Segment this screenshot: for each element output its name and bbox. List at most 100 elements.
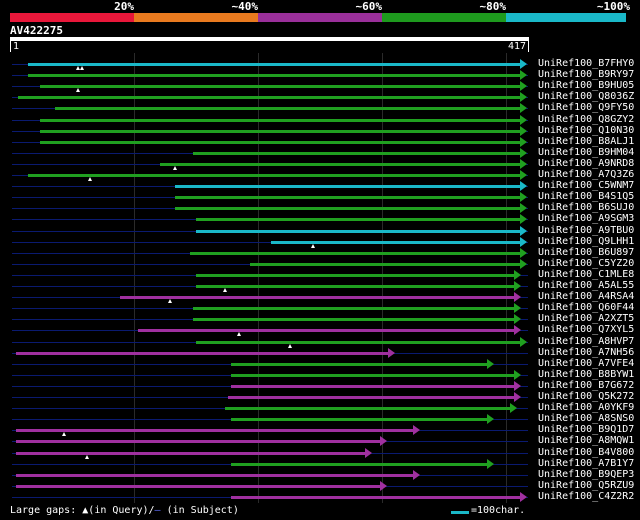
hit-label[interactable]: UniRef100_Q7XYL5	[538, 324, 634, 335]
hit-arrow-icon	[520, 492, 527, 502]
hit-label[interactable]: UniRef100_Q9FY50	[538, 102, 634, 113]
hit-arrow-icon	[380, 436, 387, 446]
hit-bar[interactable]	[28, 174, 520, 177]
hit-label[interactable]: UniRef100_Q60F44	[538, 302, 634, 313]
hit-bar[interactable]	[231, 363, 487, 366]
hit-label[interactable]: UniRef100_A9TBU0	[538, 225, 634, 236]
hit-label[interactable]: UniRef100_B6SUJ0	[538, 202, 634, 213]
hit-bar[interactable]	[16, 352, 388, 355]
hit-label[interactable]: UniRef100_B9HU05	[538, 80, 634, 91]
scale-label: =100char.	[471, 505, 526, 516]
hit-label[interactable]: UniRef100_Q8036Z	[538, 91, 634, 102]
hit-label[interactable]: UniRef100_B4V800	[538, 447, 634, 458]
hit-bar[interactable]	[138, 329, 514, 332]
hit-bar[interactable]	[196, 218, 520, 221]
hit-label[interactable]: UniRef100_B8ALJ1	[538, 136, 634, 147]
hit-bar[interactable]	[175, 185, 520, 188]
hit-bar[interactable]	[231, 374, 514, 377]
hit-bar[interactable]	[16, 452, 365, 455]
hit-label[interactable]: UniRef100_C1MLE8	[538, 269, 634, 280]
hit-bar[interactable]	[190, 252, 520, 255]
hit-label[interactable]: UniRef100_Q5RZU9	[538, 480, 634, 491]
hit-label[interactable]: UniRef100_Q9LHH1	[538, 236, 634, 247]
hit-arrow-icon	[520, 148, 527, 158]
hit-bar[interactable]	[231, 463, 487, 466]
hit-label[interactable]: UniRef100_B7FHY0	[538, 58, 634, 69]
hit-label[interactable]: UniRef100_A0YKF9	[538, 402, 634, 413]
hit-bar[interactable]	[193, 307, 514, 310]
hit-bar[interactable]	[28, 63, 520, 66]
ruler-end-mark	[528, 41, 529, 52]
hit-bar[interactable]	[40, 141, 520, 144]
hit-label[interactable]: UniRef100_A7B1Y7	[538, 458, 634, 469]
hit-bar[interactable]	[16, 440, 380, 443]
hit-label[interactable]: UniRef100_A9NRD8	[538, 158, 634, 169]
hit-arrow-icon	[514, 303, 521, 313]
hit-label[interactable]: UniRef100_A7NH56	[538, 347, 634, 358]
legend-band	[134, 13, 258, 22]
hit-bar[interactable]	[196, 274, 514, 277]
hit-label[interactable]: UniRef100_C5WNM7	[538, 180, 634, 191]
hit-bar[interactable]	[16, 429, 413, 432]
hit-label[interactable]: UniRef100_A5AL55	[538, 280, 634, 291]
hit-bar[interactable]	[193, 152, 520, 155]
hit-label[interactable]: UniRef100_B9RY97	[538, 69, 634, 80]
hit-bar[interactable]	[175, 196, 520, 199]
hit-label[interactable]: UniRef100_B9Q1D7	[538, 424, 634, 435]
hit-label[interactable]: UniRef100_Q8GZY2	[538, 114, 634, 125]
hit-bar[interactable]	[55, 107, 520, 110]
hit-bar[interactable]	[160, 163, 520, 166]
ruler-end: 417	[508, 41, 527, 52]
hit-label[interactable]: UniRef100_Q10N30	[538, 125, 634, 136]
hit-arrow-icon	[520, 259, 527, 269]
hit-bar[interactable]	[175, 207, 520, 210]
query-gap-marker-icon	[237, 332, 241, 336]
hit-label[interactable]: UniRef100_B4S1Q5	[538, 191, 634, 202]
hit-bar[interactable]	[40, 130, 520, 133]
legend-label: ~40%	[231, 0, 259, 13]
hit-label[interactable]: UniRef100_B9HM04	[538, 147, 634, 158]
hit-label[interactable]: UniRef100_A4RSA4	[538, 291, 634, 302]
hit-label[interactable]: UniRef100_B8BYW1	[538, 369, 634, 380]
hit-bar[interactable]	[196, 285, 514, 288]
hit-bar[interactable]	[16, 485, 380, 488]
hit-bar[interactable]	[196, 341, 520, 344]
hit-bar[interactable]	[193, 318, 514, 321]
hit-label[interactable]: UniRef100_A7Q3Z6	[538, 169, 634, 180]
in-query-label: (in Query)/	[88, 505, 155, 516]
hit-label[interactable]: UniRef100_A8HVP7	[538, 336, 634, 347]
hit-arrow-icon	[520, 70, 527, 80]
hit-arrow-icon	[487, 359, 494, 369]
hit-bar[interactable]	[271, 241, 520, 244]
hit-bar[interactable]	[231, 385, 514, 388]
hit-label[interactable]: UniRef100_B7G672	[538, 380, 634, 391]
scale-bar	[451, 511, 469, 514]
hit-label[interactable]: UniRef100_C4Z2R2	[538, 491, 634, 502]
hit-bar[interactable]	[40, 119, 520, 122]
query-name: AV422275	[10, 24, 63, 37]
hit-label[interactable]: UniRef100_A8MQW1	[538, 435, 634, 446]
hit-bar[interactable]	[18, 96, 520, 99]
hit-bar[interactable]	[196, 230, 520, 233]
hit-bar[interactable]	[28, 74, 520, 77]
hit-label[interactable]: UniRef100_A9SGM3	[538, 213, 634, 224]
hit-label[interactable]: UniRef100_B6U897	[538, 247, 634, 258]
hit-label[interactable]: UniRef100_C5YZ20	[538, 258, 634, 269]
legend-band	[258, 13, 382, 22]
hit-bar[interactable]	[16, 474, 413, 477]
hit-arrow-icon	[520, 181, 527, 191]
hit-label[interactable]: UniRef100_A2XZT5	[538, 313, 634, 324]
legend-band	[382, 13, 506, 22]
hit-label[interactable]: UniRef100_B9QEP3	[538, 469, 634, 480]
hit-label[interactable]: UniRef100_A8SNS0	[538, 413, 634, 424]
hit-bar[interactable]	[231, 496, 520, 499]
hit-bar[interactable]	[120, 296, 514, 299]
hit-bar[interactable]	[228, 396, 514, 399]
hit-label[interactable]: UniRef100_Q5K272	[538, 391, 634, 402]
hit-bar[interactable]	[231, 418, 487, 421]
hit-bar[interactable]	[40, 85, 520, 88]
hit-bar[interactable]	[225, 407, 510, 410]
hit-bar[interactable]	[250, 263, 520, 266]
hit-arrow-icon	[520, 81, 527, 91]
hit-label[interactable]: UniRef100_A7VFE4	[538, 358, 634, 369]
